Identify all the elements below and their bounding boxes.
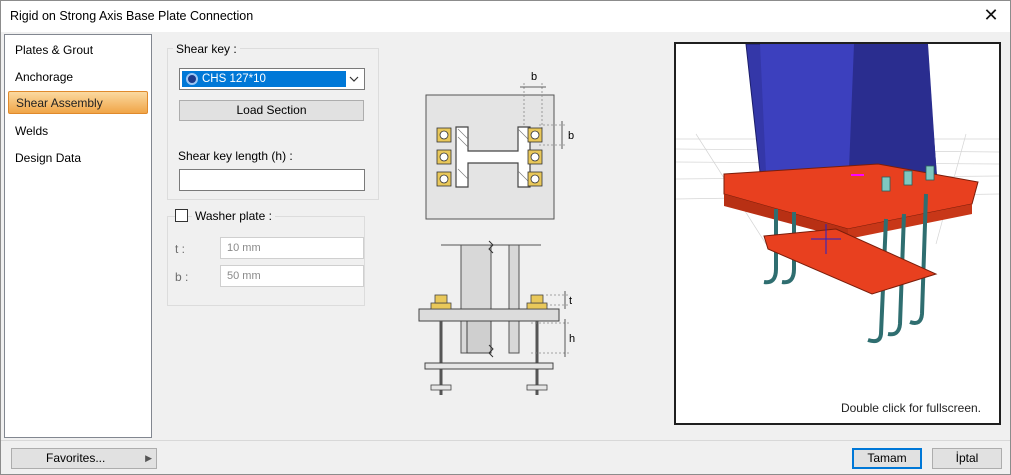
shear-key-selected-item: CHS 127*10: [182, 71, 346, 87]
sidebar-item-plates-grout[interactable]: Plates & Grout: [8, 39, 148, 62]
shear-key-length-input[interactable]: [179, 169, 365, 191]
washer-b-label: b :: [175, 270, 189, 284]
3d-preview-viewport[interactable]: Double click for fullscreen.: [674, 42, 1001, 425]
washer-plate-checkbox[interactable]: [175, 209, 188, 222]
washer-plate-label: Washer plate :: [192, 209, 275, 223]
chevron-down-icon: [349, 76, 359, 82]
dim-h-label: h: [569, 333, 575, 345]
sidebar-item-design-data[interactable]: Design Data: [8, 147, 148, 170]
window-title: Rigid on Strong Axis Base Plate Connecti…: [10, 9, 254, 23]
sidebar-item-anchorage[interactable]: Anchorage: [8, 66, 148, 89]
dim-t-label: t: [569, 295, 572, 307]
chevron-right-icon: ▶: [145, 453, 152, 463]
washer-t-label: t :: [175, 242, 186, 256]
washer-plate-group: [167, 216, 365, 306]
sidebar-nav: Plates & Grout Anchorage Shear Assembly …: [4, 34, 152, 438]
shear-plate-3d: [763, 228, 938, 295]
dialog-window: Rigid on Strong Axis Base Plate Connecti…: [0, 0, 1011, 475]
3d-model-render: [676, 44, 999, 344]
shear-assembly-diagram: b b t h: [418, 71, 575, 395]
washer-b-input[interactable]: 50 mm: [220, 265, 364, 287]
base-plate-elevation: [418, 308, 560, 322]
sidebar-item-welds[interactable]: Welds: [8, 120, 148, 143]
ok-button[interactable]: Tamam: [852, 448, 922, 469]
close-icon[interactable]: ✕: [981, 5, 1001, 25]
cancel-button[interactable]: İptal: [932, 448, 1002, 469]
washer-t-input[interactable]: 10 mm: [220, 237, 364, 259]
shear-key-elevation: [466, 320, 492, 354]
favorites-button[interactable]: Favorites... ▶: [11, 448, 157, 469]
footer-separator: [1, 440, 1010, 441]
fullscreen-hint: Double click for fullscreen.: [840, 401, 981, 415]
shear-key-group-label: Shear key :: [173, 42, 240, 56]
shear-key-length-label: Shear key length (h) :: [178, 149, 293, 163]
favorites-label: Favorites...: [46, 451, 106, 465]
load-section-button[interactable]: Load Section: [179, 100, 364, 121]
title-bar: Rigid on Strong Axis Base Plate Connecti…: [1, 1, 1010, 32]
chs-section-icon: [186, 73, 198, 85]
shear-key-section-dropdown[interactable]: CHS 127*10: [179, 68, 365, 90]
sidebar-item-shear-assembly[interactable]: Shear Assembly: [8, 91, 148, 114]
dim-b-side-label: b: [568, 130, 574, 142]
dim-b-top-label: b: [531, 71, 537, 83]
shear-key-section-value: CHS 127*10: [202, 73, 266, 85]
